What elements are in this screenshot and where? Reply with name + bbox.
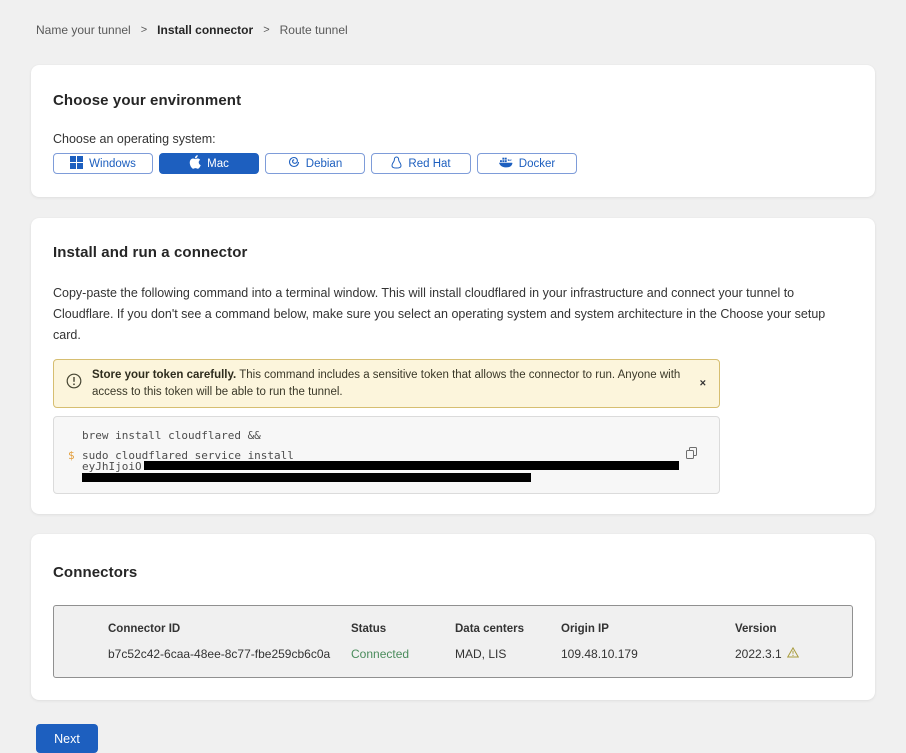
os-button-label: Red Hat (408, 158, 450, 170)
warning-text-bold: Store your token carefully. (92, 369, 236, 381)
alert-circle-icon (66, 373, 82, 394)
os-button-group: Windows Mac Debian Red Hat Docker (53, 153, 853, 174)
breadcrumb-install-connector[interactable]: Install connector (157, 23, 253, 37)
next-button[interactable]: Next (36, 724, 98, 753)
os-button-windows[interactable]: Windows (53, 153, 153, 174)
environment-card: Choose your environment Choose an operat… (31, 65, 875, 197)
warning-triangle-icon (787, 647, 799, 661)
table-row: b7c52c42-6caa-48ee-8c77-fbe259cb6c0a Con… (108, 647, 842, 661)
os-button-label: Debian (306, 158, 342, 170)
install-card-title: Install and run a connector (53, 244, 853, 261)
docker-icon (499, 157, 513, 171)
version-number: 2022.3.1 (735, 647, 782, 661)
windows-icon (70, 156, 83, 172)
connector-id-value: b7c52c42-6caa-48ee-8c77-fbe259cb6c0a (108, 647, 351, 661)
column-header-version: Version (735, 623, 842, 635)
column-header-origin-ip: Origin IP (561, 623, 735, 635)
breadcrumb-separator: > (263, 24, 269, 36)
environment-card-title: Choose your environment (53, 92, 853, 109)
install-command-codeblock[interactable]: brew install cloudflared && $ sudo cloud… (53, 416, 720, 494)
close-icon[interactable]: × (700, 378, 706, 389)
status-badge: Connected (351, 647, 455, 661)
column-header-data-centers: Data centers (455, 623, 561, 635)
install-card: Install and run a connector Copy-paste t… (31, 218, 875, 514)
column-header-connector-id: Connector ID (108, 623, 351, 635)
copy-icon[interactable] (686, 447, 697, 462)
dollar-prompt: $ (68, 450, 82, 461)
os-select-label: Choose an operating system: (53, 132, 853, 146)
os-button-mac[interactable]: Mac (159, 153, 259, 174)
os-button-debian[interactable]: Debian (265, 153, 365, 174)
apple-icon (189, 155, 201, 172)
install-description: Copy-paste the following command into a … (53, 283, 849, 346)
os-button-docker[interactable]: Docker (477, 153, 577, 174)
breadcrumb: Name your tunnel > Install connector > R… (0, 0, 906, 37)
origin-ip-value: 109.48.10.179 (561, 647, 735, 661)
code-line-brew: brew install cloudflared && (82, 430, 261, 441)
token-warning-banner: Store your token carefully. This command… (53, 359, 720, 408)
breadcrumb-separator: > (141, 24, 147, 36)
debian-icon (288, 156, 300, 171)
data-centers-value: MAD, LIS (455, 647, 561, 661)
connectors-table-header: Connector ID Status Data centers Origin … (108, 623, 842, 635)
redacted-token-bar (144, 461, 679, 470)
os-button-label: Mac (207, 158, 229, 170)
version-value: 2022.3.1 (735, 647, 842, 661)
column-header-status: Status (351, 623, 455, 635)
redhat-icon (391, 156, 402, 172)
connectors-card-title: Connectors (53, 564, 853, 581)
os-button-redhat[interactable]: Red Hat (371, 153, 471, 174)
breadcrumb-name-your-tunnel[interactable]: Name your tunnel (36, 23, 131, 37)
warning-text: Store your token carefully. This command… (92, 367, 685, 400)
connectors-card: Connectors Connector ID Status Data cent… (31, 534, 875, 700)
os-button-label: Windows (89, 158, 136, 170)
connectors-table: Connector ID Status Data centers Origin … (53, 605, 853, 678)
os-button-label: Docker (519, 158, 555, 170)
token-prefix: eyJhIjoiO (82, 461, 142, 472)
redacted-token-bar (82, 473, 531, 482)
breadcrumb-route-tunnel[interactable]: Route tunnel (280, 23, 348, 37)
